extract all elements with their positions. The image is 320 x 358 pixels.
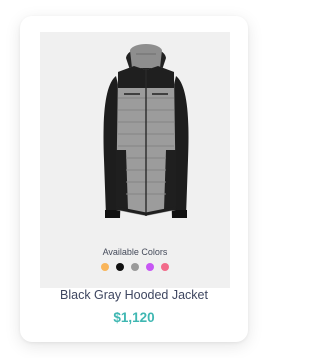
color-swatch-pink[interactable] [161,263,169,271]
product-price: $1,120 [113,310,155,325]
color-swatch-orange[interactable] [101,263,109,271]
product-card[interactable]: Available Colors Black Gray Hooded Jacke… [20,16,248,342]
product-title[interactable]: Black Gray Hooded Jacket [20,288,248,302]
product-image-panel: Available Colors [40,32,230,288]
color-swatch-black[interactable] [116,263,124,271]
available-colors-label: Available Colors [102,247,168,257]
color-swatch-list [40,263,230,271]
hooded-jacket-image [103,44,189,218]
color-swatch-gray[interactable] [131,263,139,271]
color-swatch-purple[interactable] [146,263,154,271]
